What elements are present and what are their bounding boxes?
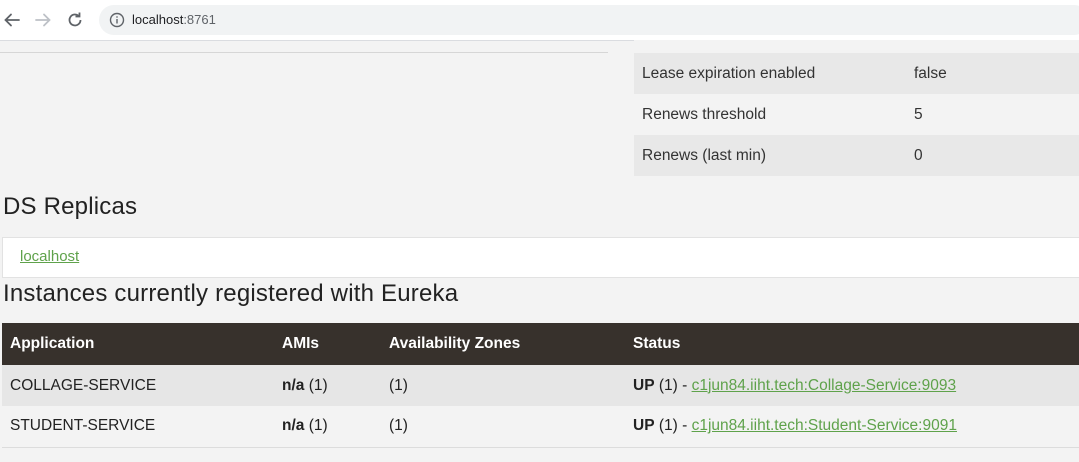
- table-header-row: Application AMIs Availability Zones Stat…: [2, 323, 1079, 365]
- column-header-application[interactable]: Application: [2, 323, 274, 365]
- back-button[interactable]: [0, 8, 24, 32]
- instances-heading: Instances currently registered with Eure…: [3, 280, 459, 307]
- zones-cell: (1): [389, 376, 408, 394]
- table-row: [634, 40, 1079, 53]
- instances-table: Application AMIs Availability Zones Stat…: [2, 323, 1079, 448]
- ds-replicas-list: localhost: [2, 237, 1079, 278]
- reload-button[interactable]: [63, 8, 87, 32]
- status-cell: UP (1) - c1jun84.iiht.tech:Student-Servi…: [625, 406, 1079, 447]
- info-label: [634, 40, 906, 53]
- amis-value: n/a: [282, 376, 305, 394]
- url-port: :8761: [183, 12, 216, 27]
- info-label: Lease expiration enabled: [642, 64, 816, 82]
- info-value: 0: [914, 146, 923, 164]
- application-name: STUDENT-SERVICE: [10, 417, 156, 435]
- info-value: 5: [914, 105, 923, 123]
- info-icon[interactable]: [109, 12, 125, 28]
- amis-cell: n/a (1): [274, 365, 381, 406]
- divider: [0, 52, 608, 53]
- info-value: [906, 40, 1079, 53]
- status-value: UP: [633, 376, 655, 394]
- status-count: (1) -: [658, 376, 692, 394]
- table-row: Renews (last min) 0: [634, 135, 1079, 176]
- status-cell: UP (1) - c1jun84.iiht.tech:Collage-Servi…: [625, 365, 1079, 406]
- amis-count: (1): [308, 417, 328, 435]
- arrow-right-icon: [35, 13, 51, 27]
- table-row: Lease expiration enabled false: [634, 53, 1079, 94]
- amis-cell: n/a (1): [274, 406, 381, 447]
- status-count: (1) -: [658, 417, 692, 435]
- address-bar[interactable]: localhost:8761: [99, 5, 1079, 35]
- url-host: localhost: [132, 12, 184, 27]
- column-header-amis[interactable]: AMIs: [274, 323, 381, 365]
- url-text[interactable]: localhost:8761: [132, 12, 216, 28]
- reload-icon: [68, 12, 82, 27]
- arrow-left-icon: [4, 13, 20, 27]
- table-row: Renews threshold 5: [634, 94, 1079, 135]
- info-value: false: [914, 64, 947, 82]
- status-value: UP: [633, 417, 655, 435]
- general-info-table: Lease expiration enabled false Renews th…: [634, 40, 1079, 176]
- ds-replicas-heading: DS Replicas: [3, 193, 138, 220]
- info-label: Renews threshold: [642, 105, 767, 123]
- browser-toolbar: localhost:8761: [0, 0, 1079, 41]
- column-header-zones[interactable]: Availability Zones: [381, 323, 625, 365]
- replica-link[interactable]: localhost: [20, 248, 79, 265]
- column-header-status[interactable]: Status: [625, 323, 1079, 365]
- zones-cell: (1): [389, 417, 408, 435]
- instance-link[interactable]: c1jun84.iiht.tech:Collage-Service:9093: [692, 377, 957, 394]
- table-row: STUDENT-SERVICE n/a (1) (1) UP (1) - c1j…: [2, 406, 1079, 447]
- amis-value: n/a: [282, 417, 305, 435]
- forward-button[interactable]: [31, 8, 55, 32]
- instance-link[interactable]: c1jun84.iiht.tech:Student-Service:9091: [692, 417, 957, 434]
- application-name: COLLAGE-SERVICE: [10, 376, 157, 394]
- table-row: COLLAGE-SERVICE n/a (1) (1) UP (1) - c1j…: [2, 365, 1079, 406]
- info-label: Renews (last min): [642, 146, 767, 164]
- amis-count: (1): [308, 376, 328, 394]
